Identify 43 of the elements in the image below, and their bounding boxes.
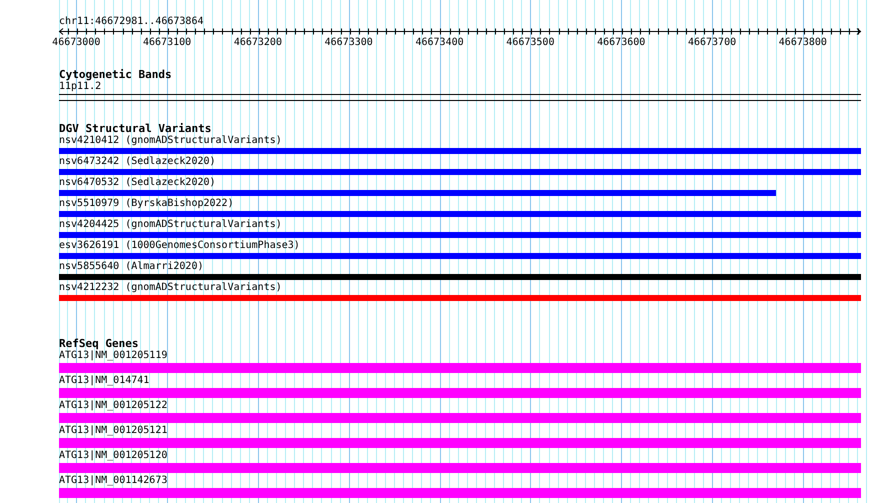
gene-bar[interactable] — [59, 488, 861, 498]
gene-bar[interactable] — [59, 438, 861, 448]
feature-label: nsv4212232 (gnomADStructuralVariants) — [59, 282, 282, 294]
variant-bar[interactable] — [59, 274, 861, 280]
gene-bar[interactable] — [59, 363, 861, 373]
gene-bar[interactable] — [59, 413, 861, 423]
feature-label: nsv6473242 (Sedlazeck2020) — [59, 156, 216, 168]
feature-label: nsv6470532 (Sedlazeck2020) — [59, 177, 216, 189]
tick-label: 46673100 — [143, 37, 192, 48]
tick-label: 46673300 — [324, 37, 373, 48]
variant-bar[interactable] — [59, 211, 861, 217]
feature-label: nsv4204425 (gnomADStructuralVariants) — [59, 219, 282, 231]
gene-bar[interactable] — [59, 463, 861, 473]
variant-bar[interactable] — [59, 232, 861, 238]
feature-label: ATG13|NM_001205119 — [59, 350, 168, 362]
variant-bar[interactable] — [59, 148, 861, 154]
tick-label: 46673200 — [234, 37, 282, 48]
feature-label: 11p11.2 — [59, 81, 102, 93]
feature-label: ATG13|NM_014741 — [59, 375, 150, 387]
feature-label: ATG13|NM_001205120 — [59, 450, 168, 462]
tick-label: 46673500 — [506, 37, 554, 48]
feature-label: nsv5510979 (ByrskaBishop2022) — [59, 198, 234, 210]
variant-bar[interactable] — [59, 253, 861, 259]
feature-label: ATG13|NM_001205121 — [59, 425, 168, 437]
feature-label: nsv4210412 (gnomADStructuralVariants) — [59, 135, 282, 147]
tick-label: 46673600 — [597, 37, 646, 48]
feature-label: esv3626191 (1000GenomesConsortiumPhase3) — [59, 240, 300, 252]
tick-label: 46673400 — [415, 37, 464, 48]
band-outline[interactable] — [59, 94, 861, 101]
variant-bar[interactable] — [59, 295, 861, 301]
track-title: RefSeq Genes — [59, 338, 138, 350]
track-title: Cytogenetic Bands — [59, 69, 172, 81]
variant-bar[interactable] — [59, 190, 776, 196]
variant-bar[interactable] — [59, 169, 861, 175]
tick-label: 46673700 — [688, 37, 736, 48]
tick-label: 46673000 — [52, 37, 100, 48]
location-label: chr11:46672981..46673864 — [59, 16, 204, 28]
track-title: DGV Structural Variants — [59, 123, 212, 135]
gene-bar[interactable] — [59, 388, 861, 398]
feature-label: ATG13|NM_001205122 — [59, 400, 168, 412]
feature-label: ATG13|NM_001142673 — [59, 475, 168, 487]
feature-label: nsv5855640 (Almarri2020) — [59, 261, 204, 273]
tick-label: 46673800 — [778, 37, 827, 48]
